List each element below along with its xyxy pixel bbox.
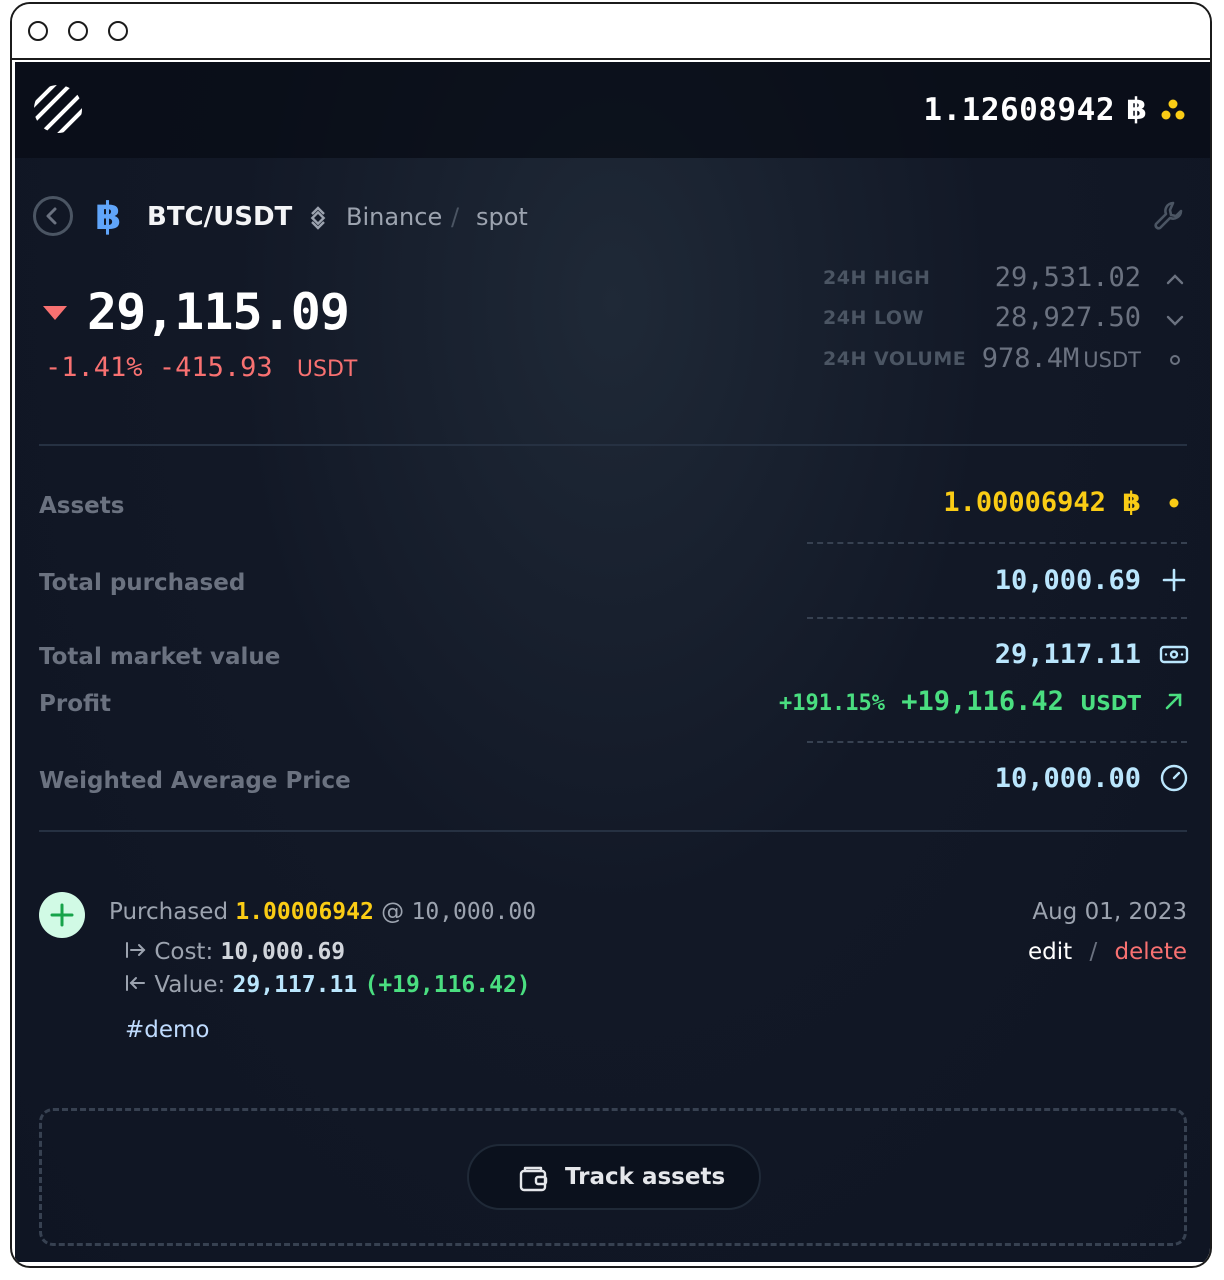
app-logo-icon[interactable]	[33, 84, 83, 134]
transaction-summary: Purchased 1.00006942 @ 10,000.00	[109, 896, 536, 928]
volume-unit: USDT	[1083, 348, 1141, 372]
market-type[interactable]: spot	[476, 200, 528, 234]
high-label: 24H HIGH	[823, 267, 931, 289]
volume-amount: 978.4M	[981, 343, 1080, 374]
bitcoin-symbol-icon: ฿	[1126, 92, 1147, 127]
value-label: Value:	[154, 972, 226, 998]
profit-label: Profit	[39, 691, 112, 717]
track-assets-label: Track assets	[565, 1164, 726, 1190]
breadcrumb-separator: /	[451, 203, 460, 231]
transaction-actions: edit / delete	[1028, 936, 1187, 968]
wrench-icon[interactable]	[1151, 198, 1187, 234]
market-value: 29,117.11	[994, 639, 1141, 670]
bitcoin-symbol-icon: ฿	[1122, 487, 1141, 518]
change-value: -415.93	[158, 352, 273, 383]
row-divider	[807, 617, 1187, 619]
change-percent: -1.41%	[45, 352, 143, 383]
app-header: 1.12608942 ฿	[15, 62, 1210, 158]
profit-amount: +19,116.42	[901, 686, 1064, 717]
section-divider	[39, 830, 1187, 832]
purchase-icon	[39, 892, 85, 938]
high-value: 29,531.02	[994, 262, 1141, 293]
exchange-name[interactable]: Binance	[346, 200, 442, 234]
price-down-icon	[43, 306, 67, 320]
purchased-value: 10,000.69	[994, 565, 1141, 596]
chevron-down-icon	[1163, 308, 1187, 332]
coins-icon[interactable]	[1159, 96, 1187, 124]
profit-value: +191.15% +19,116.42 USDT	[779, 684, 1141, 722]
back-button[interactable]	[33, 196, 73, 236]
section-divider	[39, 444, 1187, 446]
wap-label: Weighted Average Price	[39, 768, 351, 794]
wap-value: 10,000.00	[994, 763, 1141, 794]
transaction-amount: 1.00006942	[235, 899, 374, 925]
price-change: -1.41% -415.93 USDT	[45, 350, 357, 388]
arrow-left-bar-icon	[125, 969, 147, 1001]
assets-label: Assets	[39, 493, 125, 519]
volume-value: 978.4M USDT	[982, 342, 1141, 377]
browser-window: 1.12608942 ฿ ฿ BTC/USDT Binance / spot 2…	[10, 2, 1212, 1268]
assets-amount: 1.00006942	[943, 487, 1106, 518]
gauge-icon	[1159, 763, 1189, 793]
delete-link[interactable]: delete	[1115, 939, 1187, 965]
value-gain: (+19,116.42)	[364, 972, 531, 998]
assets-value: 1.00006942 ฿	[943, 485, 1141, 521]
chevron-up-icon	[1163, 268, 1187, 292]
transaction-at: @	[381, 899, 405, 925]
window-minimize-button[interactable]	[68, 21, 88, 41]
cash-icon	[1159, 639, 1189, 669]
dot-icon	[1159, 488, 1189, 518]
transaction-type: Purchased	[109, 899, 229, 925]
track-assets-button[interactable]: Track assets	[467, 1144, 761, 1210]
transaction-cost: Cost: 10,000.69	[125, 936, 345, 968]
cost-value: 10,000.69	[220, 939, 346, 965]
window-close-button[interactable]	[28, 21, 48, 41]
transaction-tag[interactable]: #demo	[125, 1014, 210, 1046]
current-price: 29,115.09	[87, 283, 350, 341]
transaction-value: Value: 29,117.11 (+19,116.42)	[125, 969, 531, 1001]
market-value-label: Total market value	[39, 644, 281, 670]
row-divider	[807, 542, 1187, 544]
window-maximize-button[interactable]	[108, 21, 128, 41]
plus-icon[interactable]	[1159, 565, 1189, 595]
change-unit: USDT	[296, 357, 358, 382]
wallet-icon	[519, 1164, 549, 1194]
row-divider	[807, 741, 1187, 743]
transaction-price: 10,000.00	[411, 899, 537, 925]
volume-label: 24H VOLUME	[823, 348, 967, 370]
low-value: 28,927.50	[994, 302, 1141, 333]
app-screen: 1.12608942 ฿ ฿ BTC/USDT Binance / spot 2…	[15, 62, 1210, 1262]
transaction-date: Aug 01, 2023	[1032, 899, 1187, 925]
low-label: 24H LOW	[823, 307, 924, 329]
window-titlebar	[12, 4, 1210, 60]
action-separator: /	[1089, 939, 1098, 965]
value-amount: 29,117.11	[232, 972, 358, 998]
cost-label: Cost:	[154, 939, 214, 965]
arrow-up-right-icon	[1159, 686, 1189, 716]
pair-name: BTC/USDT	[147, 202, 293, 232]
edit-link[interactable]: edit	[1028, 939, 1072, 965]
circle-icon	[1163, 348, 1187, 372]
purchased-label: Total purchased	[39, 570, 246, 596]
total-balance: 1.12608942	[923, 92, 1115, 128]
arrow-right-bar-icon	[125, 936, 147, 968]
binance-icon	[305, 205, 331, 231]
bitcoin-icon: ฿	[95, 194, 122, 238]
profit-unit: USDT	[1080, 691, 1141, 715]
profit-percent: +191.15%	[779, 691, 886, 716]
